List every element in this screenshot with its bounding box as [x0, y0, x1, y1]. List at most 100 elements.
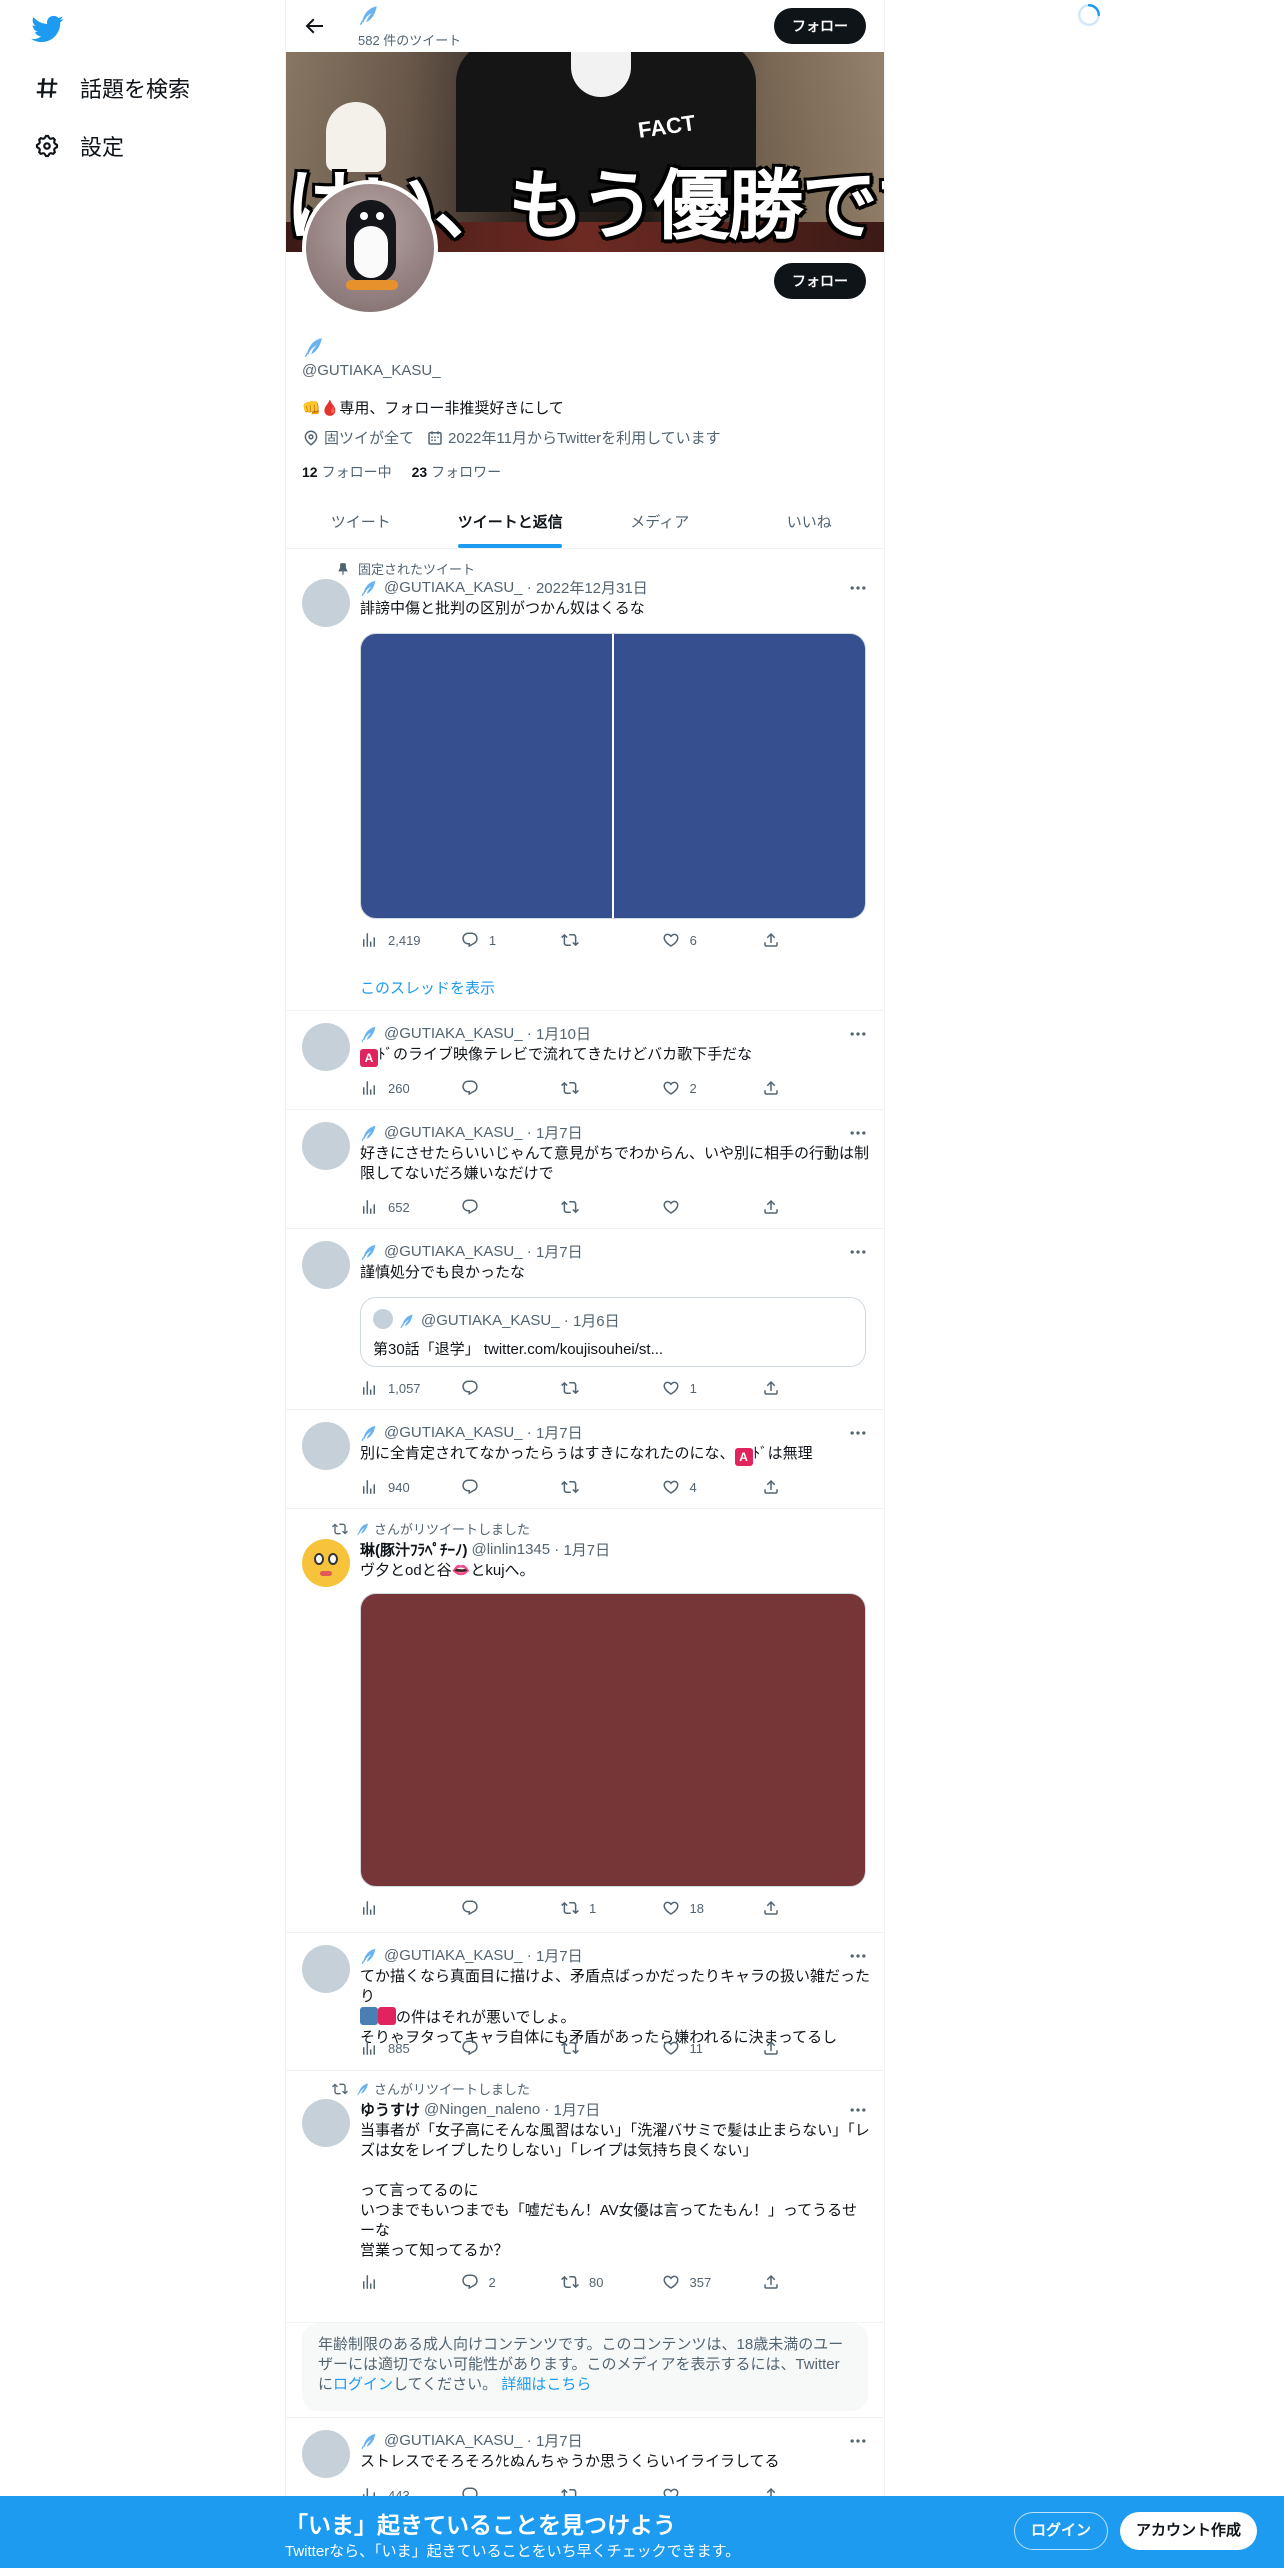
tweet-date[interactable]: 1月7日: [536, 1945, 583, 1966]
tweet-date[interactable]: 1月10日: [536, 1023, 591, 1044]
reply-button[interactable]: 2: [461, 2273, 521, 2291]
like-button[interactable]: 18: [662, 1899, 722, 1917]
tweet-date[interactable]: 1月7日: [554, 2099, 601, 2120]
views-button[interactable]: [360, 1899, 420, 1917]
reply-button[interactable]: [461, 1198, 521, 1216]
like-button[interactable]: 2: [662, 1079, 722, 1097]
tweet-pinned[interactable]: 固定されたツイート @GUTIAKA_KASU_ · 2022年12月31日 誹…: [286, 549, 884, 1011]
views-button[interactable]: 2,419: [360, 931, 421, 949]
login-button[interactable]: ログイン: [1014, 2512, 1109, 2550]
tweet-avatar[interactable]: [302, 1023, 350, 1071]
tweet-avatar[interactable]: [302, 2099, 350, 2147]
retweet-button[interactable]: [561, 1198, 621, 1216]
tweet-date[interactable]: 1月7日: [536, 2430, 583, 2451]
like-button[interactable]: 357: [662, 2273, 722, 2291]
tweet-handle[interactable]: @GUTIAKA_KASU_: [384, 1124, 523, 1141]
tweet-display-name[interactable]: 琳(豚汁ﾌﾗﾍﾟﾁｰﾉ): [360, 1539, 468, 1560]
tweet-date[interactable]: 1月7日: [536, 1241, 583, 1262]
tweet-handle[interactable]: @GUTIAKA_KASU_: [384, 1025, 523, 1042]
tab-tweets[interactable]: ツイート: [286, 496, 436, 548]
views-button[interactable]: 940: [360, 1478, 420, 1496]
retweet-button[interactable]: 80: [561, 2273, 621, 2291]
retweet-button[interactable]: [561, 2039, 621, 2057]
more-options-icon[interactable]: [848, 1423, 868, 1443]
tweet-avatar[interactable]: [302, 1945, 350, 1993]
share-button[interactable]: [762, 2039, 790, 2057]
tweet[interactable]: @GUTIAKA_KASU_ · 1月7日 ストレスでそろそろｸﾋぬんちゃうか思…: [286, 2418, 884, 2508]
tweet-media[interactable]: [360, 1593, 866, 1887]
tab-media[interactable]: メディア: [585, 496, 735, 548]
share-button[interactable]: [762, 1079, 790, 1097]
more-options-icon[interactable]: [848, 2431, 868, 2451]
more-options-icon[interactable]: [848, 1946, 868, 1966]
share-button[interactable]: [762, 1379, 790, 1397]
login-link[interactable]: ログイン: [333, 2376, 393, 2393]
more-options-icon[interactable]: [848, 578, 868, 598]
follow-button[interactable]: フォロー: [774, 263, 866, 299]
views-button[interactable]: [360, 2273, 420, 2291]
tweet[interactable]: @GUTIAKA_KASU_ · 1月10日 A ﾄﾞのライブ映像テレビで流れてき…: [286, 1011, 884, 1110]
twitter-logo-icon[interactable]: [30, 12, 64, 46]
tweet-avatar[interactable]: [302, 1539, 350, 1587]
tweet-avatar[interactable]: [302, 1241, 350, 1289]
learn-more-link[interactable]: 詳細はこちら: [501, 2376, 591, 2393]
tweet[interactable]: @GUTIAKA_KASU_ · 1月7日 てか描くなら真面目に描けよ、矛盾点ば…: [286, 1933, 884, 2071]
share-button[interactable]: [762, 931, 790, 949]
like-button[interactable]: 4: [662, 1478, 722, 1496]
nav-explore[interactable]: 話題を検索: [34, 72, 190, 104]
tweet-handle[interactable]: @GUTIAKA_KASU_: [384, 1947, 523, 1964]
views-button[interactable]: 652: [360, 1198, 420, 1216]
views-button[interactable]: 1,057: [360, 1379, 421, 1397]
like-button[interactable]: 11: [662, 2039, 722, 2057]
more-options-icon[interactable]: [848, 1123, 868, 1143]
back-arrow-icon[interactable]: [302, 14, 326, 38]
retweet[interactable]: さんがリツイートしました ゆうすけ @Ningen_naleno · 1月7日 …: [286, 2071, 884, 2323]
retweet-button[interactable]: [561, 1379, 621, 1397]
retweet-button[interactable]: 1: [561, 1899, 621, 1917]
share-button[interactable]: [762, 2273, 790, 2291]
tweet-avatar[interactable]: [302, 2430, 350, 2478]
views-button[interactable]: 260: [360, 1079, 420, 1097]
reply-button[interactable]: [461, 1899, 521, 1917]
nav-settings[interactable]: 設定: [34, 130, 124, 162]
retweet-button[interactable]: [561, 931, 621, 949]
tweet-handle[interactable]: @GUTIAKA_KASU_: [384, 2432, 523, 2449]
share-button[interactable]: [762, 1899, 790, 1917]
followers-link[interactable]: 23 フォロワー: [412, 462, 502, 482]
tweet-handle[interactable]: @GUTIAKA_KASU_: [384, 1243, 523, 1260]
tweet-date[interactable]: 2022年12月31日: [536, 577, 648, 598]
reply-button[interactable]: [461, 1079, 521, 1097]
tweet-handle[interactable]: @GUTIAKA_KASU_: [384, 579, 523, 596]
tweet-handle[interactable]: @GUTIAKA_KASU_: [384, 1424, 523, 1441]
like-button[interactable]: [662, 1198, 722, 1216]
more-options-icon[interactable]: [848, 2100, 868, 2120]
tweet[interactable]: @GUTIAKA_KASU_ · 1月7日 別に全肯定されてなかったらぅはすきに…: [286, 1410, 884, 1509]
signup-button[interactable]: アカウント作成: [1120, 2512, 1258, 2550]
tweet-avatar[interactable]: [302, 579, 350, 627]
reply-button[interactable]: 1: [461, 931, 521, 949]
quoted-tweet[interactable]: @GUTIAKA_KASU_ · 1月6日 第30話「退学」 twitter.c…: [360, 1297, 866, 1367]
reply-button[interactable]: [461, 2039, 521, 2057]
tab-tweets-and-replies[interactable]: ツイートと返信: [436, 496, 586, 548]
profile-avatar[interactable]: [302, 180, 438, 316]
tweet-avatar[interactable]: [302, 1122, 350, 1170]
tweet[interactable]: @GUTIAKA_KASU_ · 1月7日 好きにさせたらいいじゃんて意見がちで…: [286, 1110, 884, 1229]
tweet-handle[interactable]: @Ningen_naleno: [424, 2101, 540, 2118]
retweet-button[interactable]: [561, 1079, 621, 1097]
retweet-button[interactable]: [561, 1478, 621, 1496]
tweet[interactable]: @GUTIAKA_KASU_ · 1月7日 謹慎処分でも良かったな @GUTIA…: [286, 1229, 884, 1410]
tweet-handle[interactable]: @linlin1345: [472, 1541, 551, 1558]
more-options-icon[interactable]: [848, 1242, 868, 1262]
header-follow-button[interactable]: フォロー: [774, 8, 866, 44]
reply-button[interactable]: [461, 1478, 521, 1496]
show-thread-link[interactable]: このスレッドを表示: [360, 977, 495, 998]
share-button[interactable]: [762, 1478, 790, 1496]
tweet-date[interactable]: 1月7日: [563, 1539, 610, 1560]
views-button[interactable]: 885: [360, 2039, 420, 2057]
tweet-avatar[interactable]: [302, 1422, 350, 1470]
tweet-media[interactable]: [360, 633, 866, 919]
tab-likes[interactable]: いいね: [735, 496, 885, 548]
following-link[interactable]: 12 フォロー中: [302, 462, 392, 482]
tweet-date[interactable]: 1月7日: [536, 1422, 583, 1443]
retweet[interactable]: さんがリツイートしました 琳(豚汁ﾌﾗﾍﾟﾁｰﾉ) @linlin1345 · …: [286, 1509, 884, 1933]
